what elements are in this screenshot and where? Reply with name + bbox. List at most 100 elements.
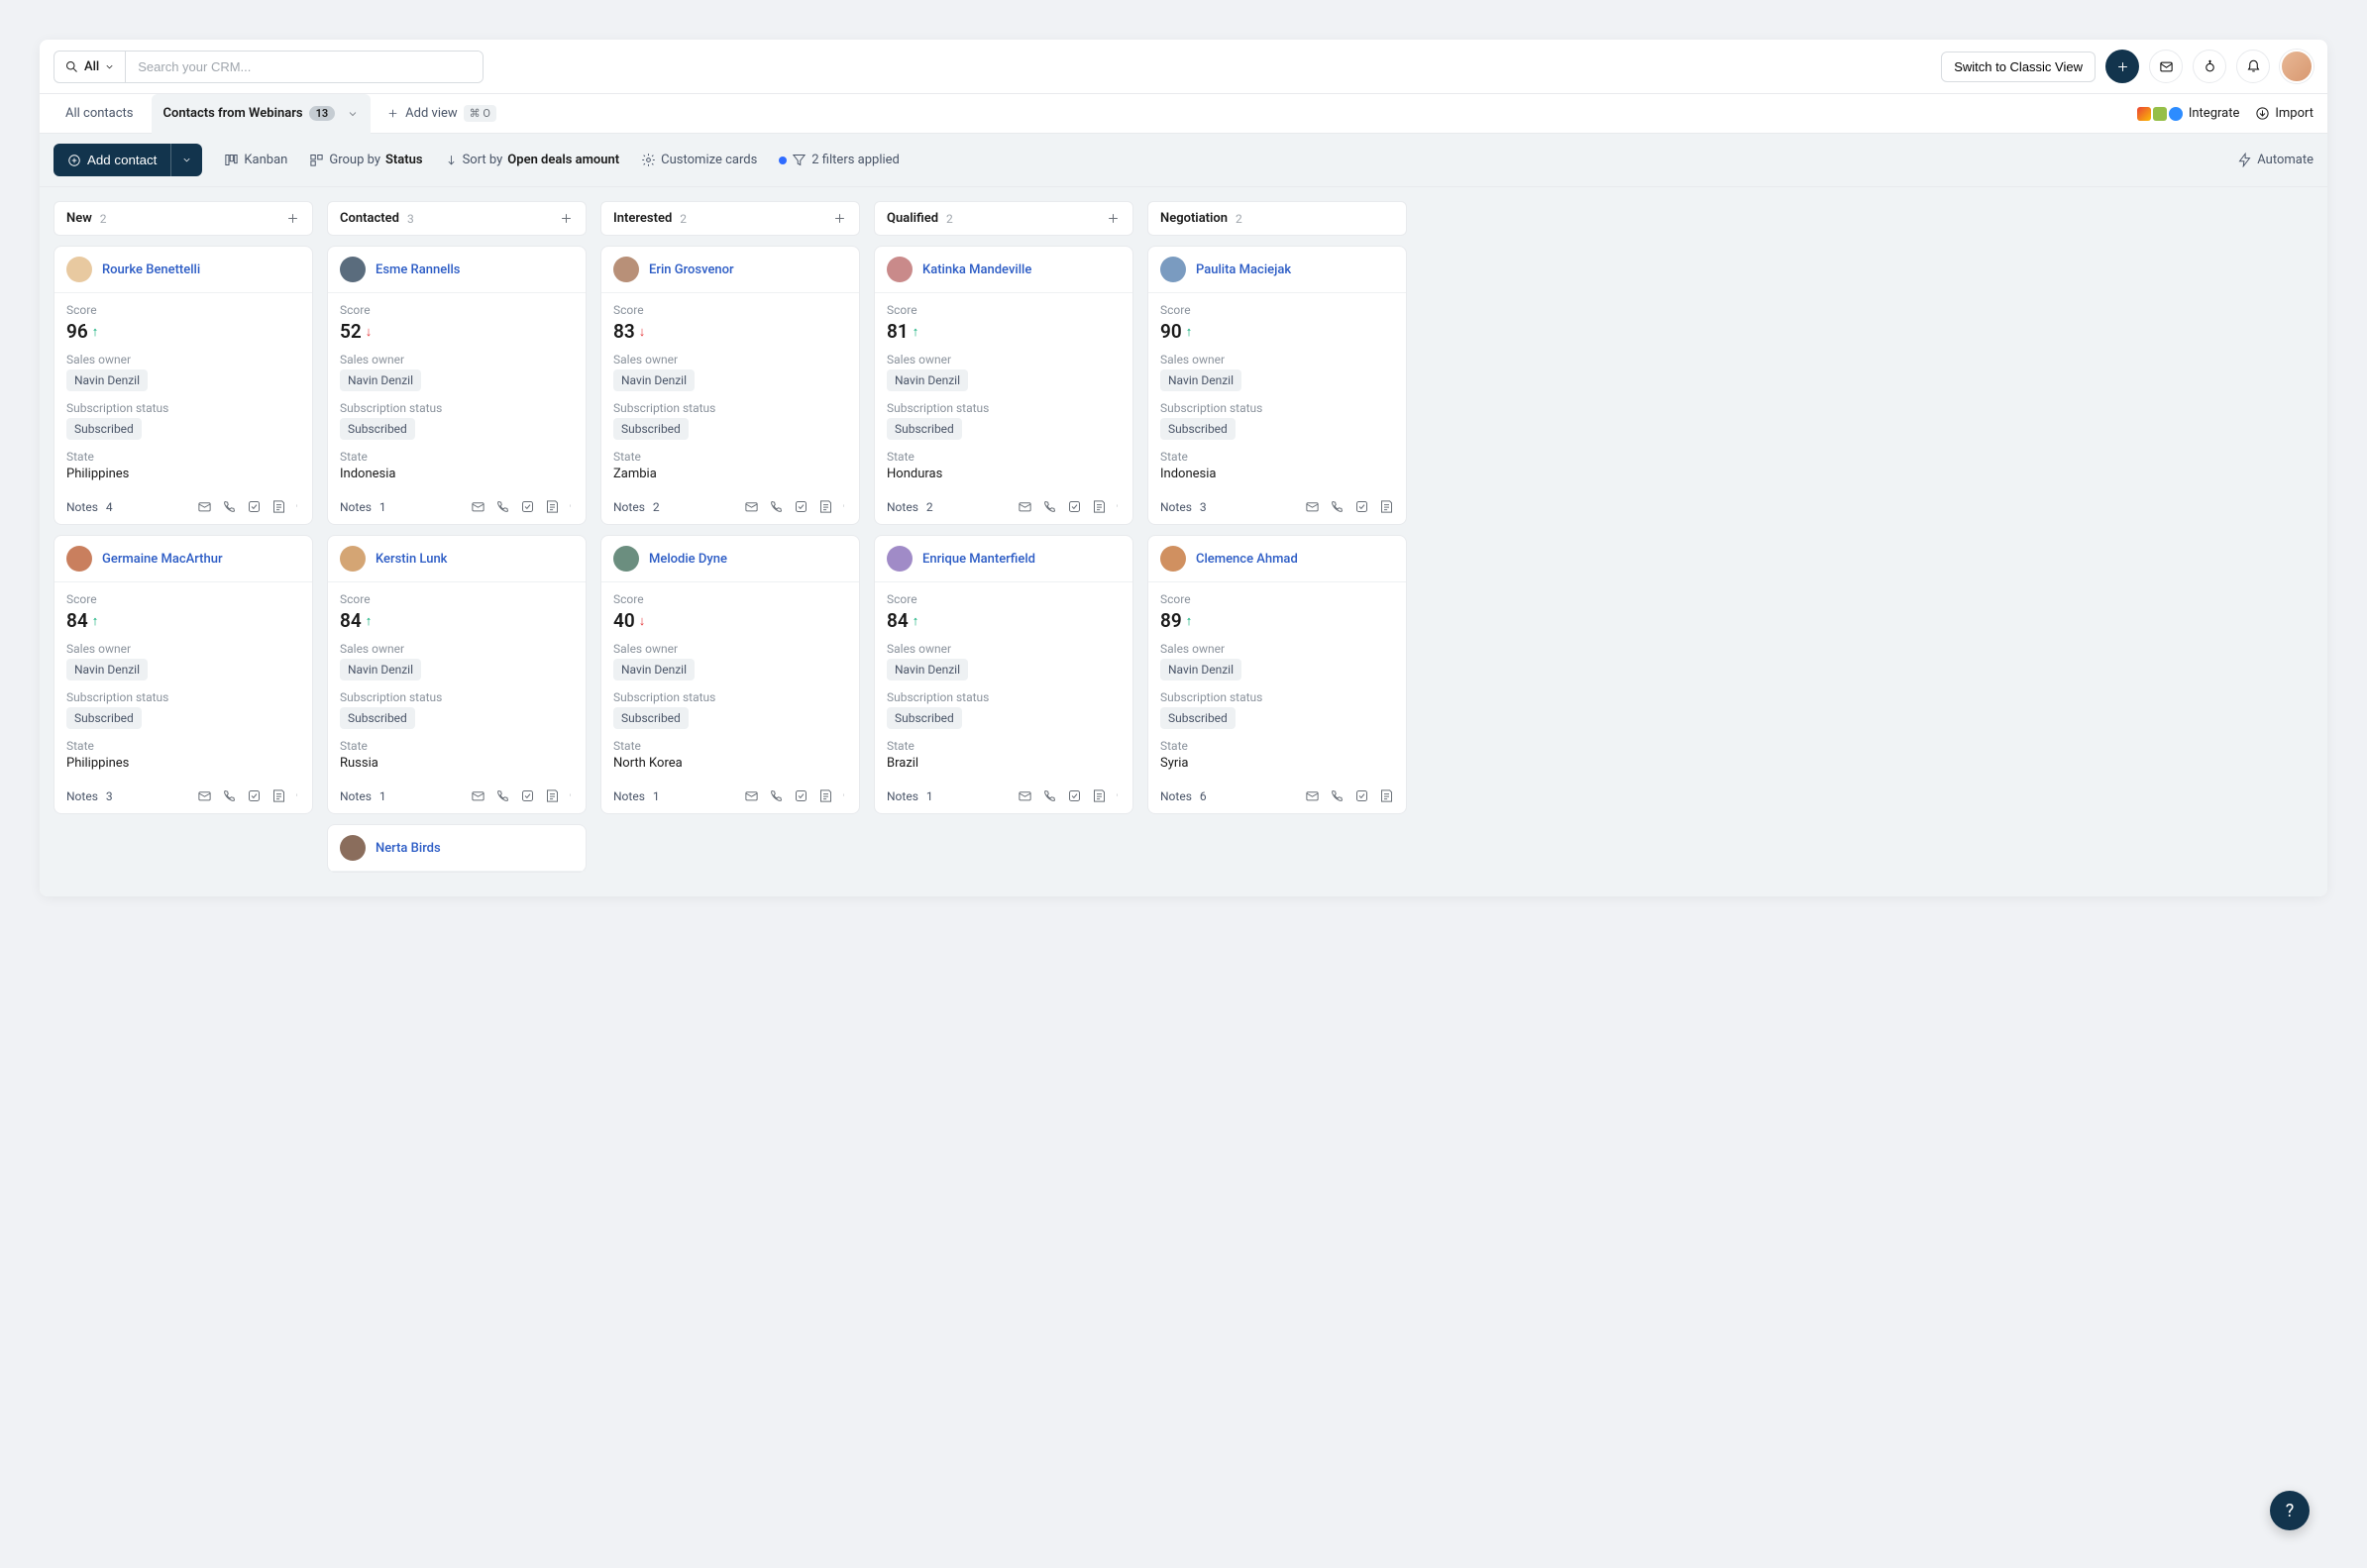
contact-name-link[interactable]: Paulita Maciejak xyxy=(1196,262,1291,277)
task-action[interactable] xyxy=(1067,788,1082,803)
contact-name-link[interactable]: Enrique Manterfield xyxy=(922,552,1035,567)
mail-action[interactable] xyxy=(471,499,485,514)
import-button[interactable]: Import xyxy=(2255,106,2313,121)
column-add-button[interactable] xyxy=(559,211,574,226)
owner-chip[interactable]: Navin Denzil xyxy=(1160,369,1241,391)
freddy-button[interactable] xyxy=(2193,50,2226,83)
task-action[interactable] xyxy=(520,499,535,514)
task-action[interactable] xyxy=(520,788,535,803)
contact-name-link[interactable]: Melodie Dyne xyxy=(649,552,727,567)
add-contact-more[interactable] xyxy=(170,144,202,176)
help-button[interactable]: ? xyxy=(2270,1491,2310,1530)
note-action[interactable] xyxy=(545,788,560,803)
subscription-chip[interactable]: Subscribed xyxy=(613,418,689,440)
subscription-chip[interactable]: Subscribed xyxy=(66,418,142,440)
call-action[interactable] xyxy=(1330,499,1345,514)
column-header[interactable]: Contacted 3 xyxy=(327,201,587,236)
task-action[interactable] xyxy=(247,788,262,803)
contact-name-link[interactable]: Erin Grosvenor xyxy=(649,262,734,277)
contact-name-link[interactable]: Kerstin Lunk xyxy=(376,552,447,567)
contact-name-link[interactable]: Nerta Birds xyxy=(376,841,441,856)
task-action[interactable] xyxy=(1354,788,1369,803)
column-header[interactable]: Interested 2 xyxy=(600,201,860,236)
contact-card[interactable]: Clemence Ahmad Score 89↑ Sales owner Nav… xyxy=(1147,535,1407,814)
task-action[interactable] xyxy=(794,788,808,803)
column-add-button[interactable] xyxy=(1106,211,1121,226)
owner-chip[interactable]: Navin Denzil xyxy=(613,659,695,680)
automate-button[interactable]: Automate xyxy=(2237,153,2313,167)
call-action[interactable] xyxy=(1330,788,1345,803)
mail-button[interactable] xyxy=(2149,50,2183,83)
kanban-view-button[interactable]: Kanban xyxy=(224,153,287,167)
call-action[interactable] xyxy=(769,788,784,803)
more-action[interactable] xyxy=(296,499,300,514)
notifications-button[interactable] xyxy=(2236,50,2270,83)
column-header[interactable]: Negotiation 2 xyxy=(1147,201,1407,236)
owner-chip[interactable]: Navin Denzil xyxy=(66,659,148,680)
owner-chip[interactable]: Navin Denzil xyxy=(887,369,968,391)
contact-name-link[interactable]: Germaine MacArthur xyxy=(102,552,223,567)
mail-action[interactable] xyxy=(1305,788,1320,803)
call-action[interactable] xyxy=(1042,788,1057,803)
contact-card[interactable]: Enrique Manterfield Score 84↑ Sales owne… xyxy=(874,535,1133,814)
search-input[interactable] xyxy=(126,52,483,82)
note-action[interactable] xyxy=(818,788,833,803)
subscription-chip[interactable]: Subscribed xyxy=(340,418,415,440)
contact-card[interactable]: Nerta Birds xyxy=(327,824,587,873)
owner-chip[interactable]: Navin Denzil xyxy=(340,369,421,391)
contact-name-link[interactable]: Rourke Benettelli xyxy=(102,262,200,277)
more-action[interactable] xyxy=(570,499,574,514)
subscription-chip[interactable]: Subscribed xyxy=(613,707,689,729)
note-action[interactable] xyxy=(545,499,560,514)
search-scope-selector[interactable]: All xyxy=(54,52,126,82)
add-view-button[interactable]: Add view ⌘ O xyxy=(377,105,506,122)
tab-active[interactable]: Contacts from Webinars 13 xyxy=(152,94,372,134)
filters-button[interactable]: 2 filters applied xyxy=(779,153,900,167)
mail-action[interactable] xyxy=(1018,499,1032,514)
subscription-chip[interactable]: Subscribed xyxy=(340,707,415,729)
integrate-button[interactable]: Integrate xyxy=(2137,106,2240,121)
call-action[interactable] xyxy=(1042,499,1057,514)
more-action[interactable] xyxy=(570,788,574,803)
user-avatar[interactable] xyxy=(2280,50,2313,83)
task-action[interactable] xyxy=(794,499,808,514)
mail-action[interactable] xyxy=(471,788,485,803)
call-action[interactable] xyxy=(769,499,784,514)
call-action[interactable] xyxy=(222,499,237,514)
task-action[interactable] xyxy=(1067,499,1082,514)
call-action[interactable] xyxy=(495,499,510,514)
mail-action[interactable] xyxy=(197,499,212,514)
mail-action[interactable] xyxy=(1018,788,1032,803)
mail-action[interactable] xyxy=(744,788,759,803)
owner-chip[interactable]: Navin Denzil xyxy=(1160,659,1241,680)
subscription-chip[interactable]: Subscribed xyxy=(66,707,142,729)
more-action[interactable] xyxy=(296,788,300,803)
task-action[interactable] xyxy=(247,499,262,514)
group-by-button[interactable]: Group by Status xyxy=(309,153,422,167)
tab-all-contacts[interactable]: All contacts xyxy=(54,94,146,133)
contact-name-link[interactable]: Esme Rannells xyxy=(376,262,461,277)
contact-card[interactable]: Rourke Benettelli Score 96↑ Sales owner … xyxy=(54,246,313,525)
note-action[interactable] xyxy=(1379,499,1394,514)
contact-name-link[interactable]: Katinka Mandeville xyxy=(922,262,1031,277)
sort-by-button[interactable]: Sort by Open deals amount xyxy=(445,153,620,167)
mail-action[interactable] xyxy=(197,788,212,803)
contact-card[interactable]: Paulita Maciejak Score 90↑ Sales owner N… xyxy=(1147,246,1407,525)
subscription-chip[interactable]: Subscribed xyxy=(887,707,962,729)
note-action[interactable] xyxy=(1092,788,1107,803)
note-action[interactable] xyxy=(271,788,286,803)
contact-card[interactable]: Germaine MacArthur Score 84↑ Sales owner… xyxy=(54,535,313,814)
note-action[interactable] xyxy=(1379,788,1394,803)
owner-chip[interactable]: Navin Denzil xyxy=(340,659,421,680)
subscription-chip[interactable]: Subscribed xyxy=(1160,418,1236,440)
chevron-down-icon[interactable] xyxy=(347,108,359,120)
column-add-button[interactable] xyxy=(832,211,847,226)
owner-chip[interactable]: Navin Denzil xyxy=(66,369,148,391)
call-action[interactable] xyxy=(495,788,510,803)
more-action[interactable] xyxy=(1117,499,1121,514)
more-action[interactable] xyxy=(843,499,847,514)
switch-view-button[interactable]: Switch to Classic View xyxy=(1941,52,2096,82)
owner-chip[interactable]: Navin Denzil xyxy=(887,659,968,680)
contact-card[interactable]: Kerstin Lunk Score 84↑ Sales owner Navin… xyxy=(327,535,587,814)
column-header[interactable]: Qualified 2 xyxy=(874,201,1133,236)
